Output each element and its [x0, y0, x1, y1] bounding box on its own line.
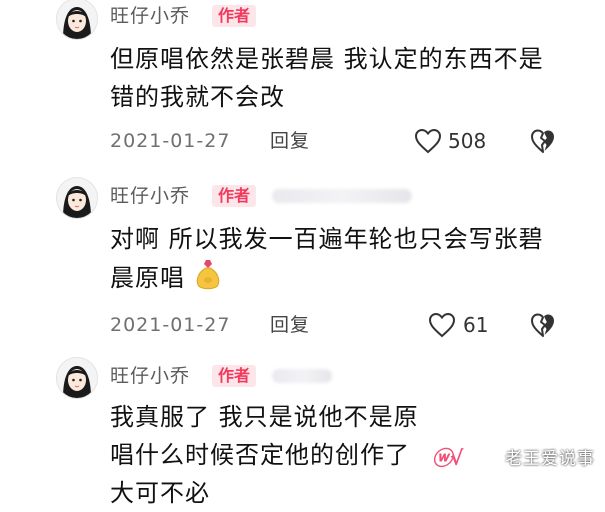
broken-heart-icon[interactable] [530, 128, 556, 154]
blurred-reply-target [272, 369, 332, 383]
avatar-portrait-icon [57, 0, 97, 39]
heart-outline-icon[interactable] [414, 128, 442, 154]
comment-date: 2021-01-27 [110, 130, 231, 152]
watermark: 老王爱说事 [483, 444, 595, 469]
author-badge: 作者 [212, 365, 257, 387]
sticker-decoration: ⓦ√ [432, 446, 463, 470]
avatar[interactable] [56, 0, 98, 40]
reply-button[interactable]: 回复 [270, 129, 310, 153]
like-count: 61 [463, 313, 489, 337]
reply-button[interactable]: 回复 [270, 313, 310, 337]
comment-text: 对啊 所以我发一百遍年轮也只会写张碧晨原唱 [110, 220, 550, 297]
heart-outline-icon[interactable] [428, 312, 456, 338]
username[interactable]: 旺仔小乔 [110, 4, 190, 28]
comment-text: 但原唱依然是张碧晨 我认定的东西不是错的我就不会改 [110, 45, 544, 111]
avatar[interactable] [56, 177, 98, 219]
username[interactable]: 旺仔小乔 [110, 364, 190, 388]
broken-heart-icon[interactable] [530, 312, 556, 338]
watermark-logo-icon [483, 449, 501, 467]
author-badge: 作者 [212, 185, 257, 207]
author-badge: 作者 [212, 5, 257, 27]
blurred-reply-target [272, 189, 412, 203]
comment-text-content: 对啊 所以我发一百遍年轮也只会写张碧晨原唱 [110, 225, 544, 292]
avatar-portrait-icon [57, 358, 97, 398]
avatar[interactable] [56, 357, 98, 399]
comment-date: 2021-01-27 [110, 314, 231, 336]
avatar-portrait-icon [57, 178, 97, 218]
money-bag-emoji-icon [196, 260, 219, 290]
like-count: 508 [448, 129, 487, 153]
username[interactable]: 旺仔小乔 [110, 184, 190, 208]
watermark-text: 老王爱说事 [505, 449, 595, 469]
comment-text: 我真服了 我只是说他不是原唱什么时候否定他的创作了 大可不必 [110, 403, 419, 507]
